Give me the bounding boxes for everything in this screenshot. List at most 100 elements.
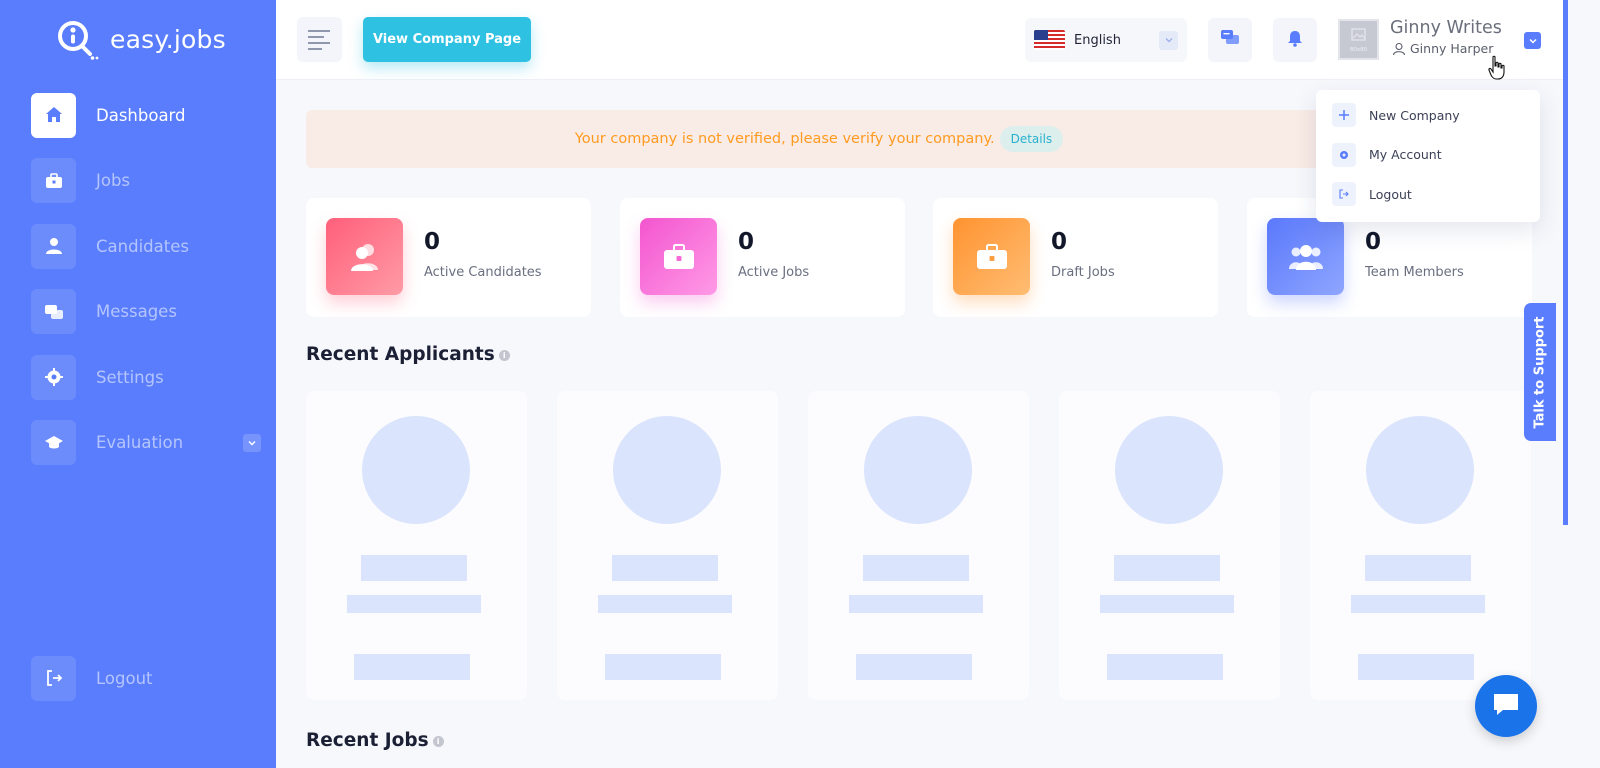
- graduation-cap-icon: [31, 420, 76, 465]
- applicant-card-skeleton: [557, 391, 778, 700]
- chevron-down-icon: [1159, 30, 1178, 50]
- scrollbar-thumb[interactable]: [1563, 0, 1568, 525]
- skeleton-line: [354, 654, 470, 680]
- menu-item-new-company[interactable]: New Company: [1332, 103, 1540, 127]
- language-select[interactable]: English: [1025, 18, 1187, 62]
- skeleton-line: [849, 595, 983, 613]
- brand-name: easy.jobs: [110, 24, 226, 54]
- stat-label: Draft Jobs: [1051, 265, 1115, 280]
- sidebar-item-evaluation[interactable]: Evaluation: [31, 420, 261, 466]
- skeleton-line: [1365, 555, 1471, 581]
- sidebar-item-jobs[interactable]: Jobs: [31, 158, 261, 204]
- skeleton-line: [605, 654, 721, 680]
- menu-item-my-account[interactable]: My Account: [1332, 142, 1540, 167]
- stat-card-draft-jobs[interactable]: 0 Draft Jobs: [933, 198, 1218, 317]
- company-name: Ginny Writes: [1390, 18, 1502, 38]
- sidebar-item-label: Messages: [96, 302, 177, 321]
- menu-item-label: My Account: [1369, 147, 1442, 162]
- menu-item-label: Logout: [1369, 186, 1412, 202]
- sidebar-item-settings[interactable]: Settings: [31, 354, 261, 400]
- recent-applicants-heading: Recent Applicants i: [306, 344, 510, 365]
- stat-card-active-candidates[interactable]: 0 Active Candidates: [306, 198, 591, 317]
- top-header: View Company Page English 80x80 Ginny Wr…: [276, 0, 1568, 80]
- gear-icon: [31, 354, 76, 400]
- brand-logo[interactable]: easy.jobs: [54, 16, 226, 62]
- users-icon: [326, 218, 403, 295]
- user-dropdown-menu: New Company My Account Logout: [1316, 90, 1540, 222]
- support-label: Talk to Support: [1532, 315, 1548, 429]
- logout-icon: [1332, 182, 1356, 206]
- sidebar-nav: Dashboard Jobs Candidates Messages Setti…: [31, 92, 261, 485]
- skeleton-line: [612, 555, 718, 581]
- briefcase-icon: [31, 158, 76, 203]
- skeleton-avatar: [362, 416, 470, 524]
- skeleton-line: [856, 654, 972, 680]
- avatar[interactable]: 80x80: [1338, 19, 1379, 60]
- menu-item-logout[interactable]: Logout: [1332, 182, 1540, 206]
- skeleton-avatar: [1115, 416, 1223, 524]
- user-icon: [31, 223, 76, 269]
- skeleton-line: [863, 555, 969, 581]
- messages-button[interactable]: [1208, 18, 1252, 62]
- recent-jobs-heading: Recent Jobs i: [306, 730, 444, 751]
- skeleton-line: [1107, 654, 1223, 680]
- skeleton-line: [1358, 654, 1474, 680]
- details-button[interactable]: Details: [999, 126, 1064, 152]
- stat-value: 0: [424, 229, 441, 255]
- chevron-down-icon[interactable]: [243, 433, 261, 452]
- us-flag-icon: [1034, 30, 1065, 50]
- skeleton-line: [1351, 595, 1485, 613]
- user-menu-toggle[interactable]: [1524, 32, 1541, 49]
- easyjobs-logo-icon: [54, 16, 100, 62]
- stat-value: 0: [1051, 229, 1068, 255]
- stat-label: Team Members: [1365, 265, 1464, 280]
- user-name-row: Ginny Harper: [1392, 41, 1493, 56]
- talk-to-support-tab[interactable]: Talk to Support: [1524, 303, 1556, 441]
- home-icon: [31, 92, 76, 138]
- gear-icon: [1332, 142, 1356, 167]
- verification-banner: Your company is not verified, please ver…: [306, 110, 1332, 168]
- skeleton-line: [1114, 555, 1220, 581]
- bell-icon: [1286, 29, 1304, 51]
- chat-bubble-icon: [1491, 691, 1521, 721]
- skeleton-avatar: [864, 416, 972, 524]
- plus-icon: [1332, 103, 1356, 127]
- view-company-page-button[interactable]: View Company Page: [363, 17, 531, 62]
- skeleton-line: [1100, 595, 1234, 613]
- sidebar-item-label: Dashboard: [96, 105, 186, 125]
- section-title: Recent Applicants: [306, 344, 495, 365]
- stat-label: Active Jobs: [738, 265, 810, 280]
- stat-value: 0: [1365, 229, 1382, 255]
- sidebar-item-label: Settings: [96, 367, 164, 387]
- skeleton-avatar: [613, 416, 721, 524]
- notifications-button[interactable]: [1273, 18, 1317, 62]
- applicant-card-skeleton: [1310, 391, 1531, 700]
- sidebar-item-candidates[interactable]: Candidates: [31, 223, 261, 269]
- sidebar: easy.jobs Dashboard Jobs Candidates Mess…: [0, 0, 276, 768]
- applicant-card-skeleton: [1059, 391, 1280, 700]
- logout-icon: [31, 655, 76, 701]
- applicant-card-skeleton: [808, 391, 1029, 700]
- sidebar-item-label: Candidates: [96, 236, 189, 256]
- stat-label: Active Candidates: [424, 265, 542, 280]
- briefcase-icon: [640, 218, 717, 295]
- stat-value: 0: [738, 229, 755, 255]
- stat-card-active-jobs[interactable]: 0 Active Jobs: [620, 198, 905, 317]
- info-icon[interactable]: i: [498, 350, 510, 361]
- hand-cursor-icon: [1487, 55, 1507, 85]
- sidebar-item-messages[interactable]: Messages: [31, 289, 261, 335]
- skeleton-line: [347, 595, 481, 613]
- sidebar-logout-label: Logout: [96, 668, 153, 688]
- info-icon[interactable]: i: [432, 736, 444, 747]
- live-chat-button[interactable]: [1475, 675, 1537, 737]
- applicant-card-skeleton: [306, 391, 527, 700]
- skeleton-line: [598, 595, 732, 613]
- sidebar-logout[interactable]: Logout: [31, 655, 153, 701]
- menu-toggle-button[interactable]: [297, 17, 342, 62]
- user-icon: [1392, 42, 1406, 56]
- language-label: English: [1074, 32, 1121, 48]
- messages-icon: [31, 289, 76, 334]
- sidebar-item-label: Evaluation: [96, 433, 184, 452]
- sidebar-item-dashboard[interactable]: Dashboard: [31, 92, 261, 138]
- skeleton-line: [361, 555, 467, 581]
